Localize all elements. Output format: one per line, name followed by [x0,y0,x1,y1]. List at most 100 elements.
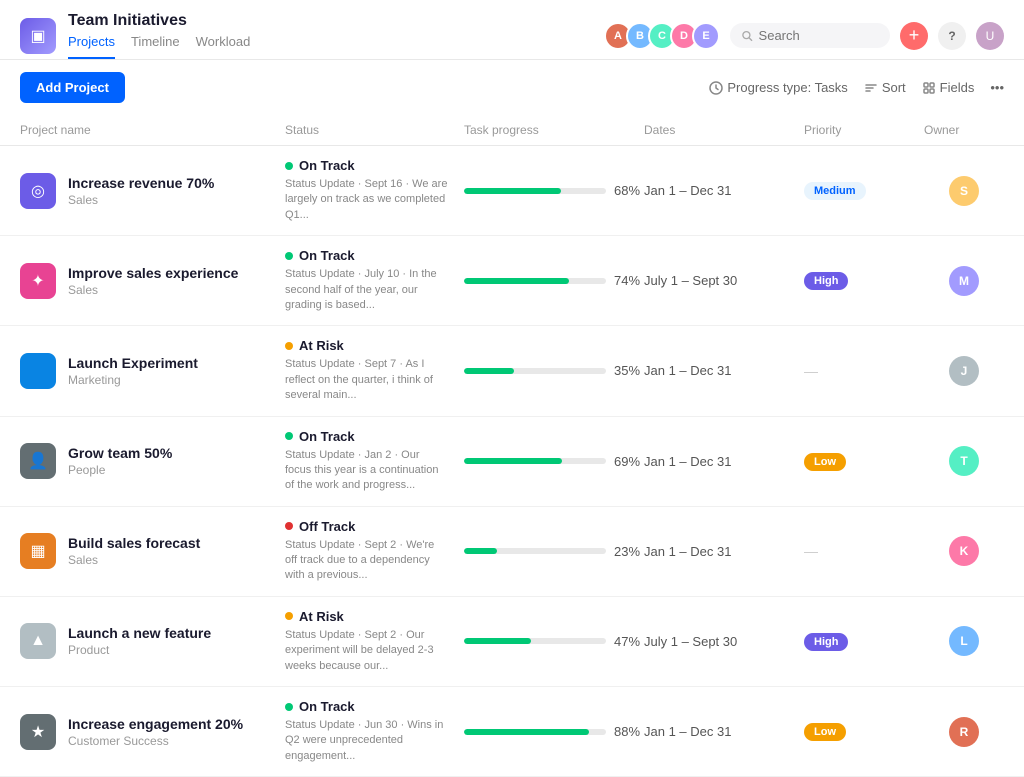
project-icon: ▲ [20,623,56,659]
status-cell: On Track Status Update · July 10 · In th… [285,248,464,313]
table-row[interactable]: Launch Experiment Marketing At Risk Stat… [0,326,1024,416]
project-icon: ★ [20,714,56,750]
project-name-cell: Launch Experiment Marketing [20,353,285,389]
priority-cell: Low [804,722,924,741]
project-name: Launch a new feature [68,625,211,641]
help-button[interactable]: ? [938,22,966,50]
owner-avatar: T [949,446,979,476]
project-category: Sales [68,553,200,567]
progress-pct: 47% [614,634,644,649]
status-cell: On Track Status Update · Jun 30 · Wins i… [285,699,464,764]
dates-cell: Jan 1 – Dec 31 [644,544,804,559]
status-cell: At Risk Status Update · Sept 7 · As I re… [285,338,464,403]
fields-icon [922,81,936,95]
progress-bar-bg [464,548,606,554]
table-header: Project name Status Task progress Dates … [0,115,1024,146]
search-icon [742,30,753,42]
table-row[interactable]: ◎ Increase revenue 70% Sales On Track St… [0,146,1024,236]
status-label: On Track [285,429,448,444]
project-icon: ▦ [20,533,56,569]
search-box[interactable] [730,23,890,48]
priority-cell: — [804,363,924,379]
priority-cell: Low [804,452,924,471]
fields-action[interactable]: Fields [922,80,975,95]
status-text: At Risk [299,338,344,353]
progress-type-action[interactable]: Progress type: Tasks [709,80,847,95]
progress-bar-bg [464,729,606,735]
progress-cell: 69% [464,454,644,469]
dates-cell: July 1 – Sept 30 [644,634,804,649]
owner-avatar: J [949,356,979,386]
project-info: Launch a new feature Product [68,625,211,657]
status-dot [285,612,293,620]
table-row[interactable]: ▲ Launch a new feature Product At Risk S… [0,597,1024,687]
progress-pct: 68% [614,183,644,198]
table-row[interactable]: ✦ Improve sales experience Sales On Trac… [0,236,1024,326]
status-cell: Off Track Status Update · Sept 2 · We're… [285,519,464,584]
progress-type-icon [709,81,723,95]
priority-badge: High [804,633,848,651]
status-desc: Status Update · Sept 7 · As I reflect on… [285,357,448,403]
progress-bar-bg [464,638,606,644]
col-owner: Owner [924,123,1004,137]
search-input[interactable] [759,28,878,43]
progress-pct: 23% [614,544,644,559]
dates-cell: Jan 1 – Dec 31 [644,363,804,378]
table-row[interactable]: ★ Increase engagement 20% Customer Succe… [0,687,1024,777]
add-button[interactable]: + [900,22,928,50]
project-info: Increase engagement 20% Customer Success [68,716,243,748]
add-project-button[interactable]: Add Project [20,72,125,103]
app-header: ▣ Team Initiatives Projects Timeline Wor… [0,0,1024,60]
status-dot [285,162,293,170]
owner-avatar: M [949,266,979,296]
status-text: On Track [299,248,355,263]
priority-cell: High [804,632,924,651]
sort-action[interactable]: Sort [864,80,906,95]
owner-cell: K [924,536,1004,566]
project-name-cell: ◎ Increase revenue 70% Sales [20,173,285,209]
status-text: At Risk [299,609,344,624]
tab-projects[interactable]: Projects [68,34,115,59]
project-category: Product [68,643,211,657]
user-avatar[interactable]: U [976,22,1004,50]
project-name: Increase engagement 20% [68,716,243,732]
col-dates: Dates [644,123,804,137]
table-body: ◎ Increase revenue 70% Sales On Track St… [0,146,1024,777]
project-name-cell: 👤 Grow team 50% People [20,443,285,479]
status-label: On Track [285,699,448,714]
status-label: At Risk [285,338,448,353]
tab-workload[interactable]: Workload [196,34,251,59]
avatar-5[interactable]: E [692,22,720,50]
sort-icon [864,81,878,95]
tab-timeline[interactable]: Timeline [131,34,180,59]
progress-bar-bg [464,458,606,464]
priority-badge: Low [804,453,846,471]
project-name: Build sales forecast [68,535,200,551]
col-task-progress: Task progress [464,123,644,137]
progress-pct: 69% [614,454,644,469]
project-icon [20,353,56,389]
toolbar-right: Progress type: Tasks Sort Fields ••• [709,80,1004,95]
more-button[interactable]: ••• [990,80,1004,95]
priority-cell: Medium [804,181,924,200]
status-dot [285,703,293,711]
status-label: On Track [285,158,448,173]
col-status: Status [285,123,464,137]
table-row[interactable]: 👤 Grow team 50% People On Track Status U… [0,417,1024,507]
project-icon: 👤 [20,443,56,479]
status-text: On Track [299,699,355,714]
progress-cell: 88% [464,724,644,739]
status-text: On Track [299,429,355,444]
project-icon: ✦ [20,263,56,299]
project-info: Launch Experiment Marketing [68,355,198,387]
fields-label: Fields [940,80,975,95]
progress-cell: 68% [464,183,644,198]
status-desc: Status Update · Sept 2 · We're off track… [285,538,448,584]
table-row[interactable]: ▦ Build sales forecast Sales Off Track S… [0,507,1024,597]
status-text: Off Track [299,519,355,534]
dates-cell: Jan 1 – Dec 31 [644,724,804,739]
app-title-nav: Team Initiatives Projects Timeline Workl… [68,12,250,59]
progress-cell: 47% [464,634,644,649]
project-name: Improve sales experience [68,265,238,281]
progress-type-label: Progress type: Tasks [727,80,847,95]
